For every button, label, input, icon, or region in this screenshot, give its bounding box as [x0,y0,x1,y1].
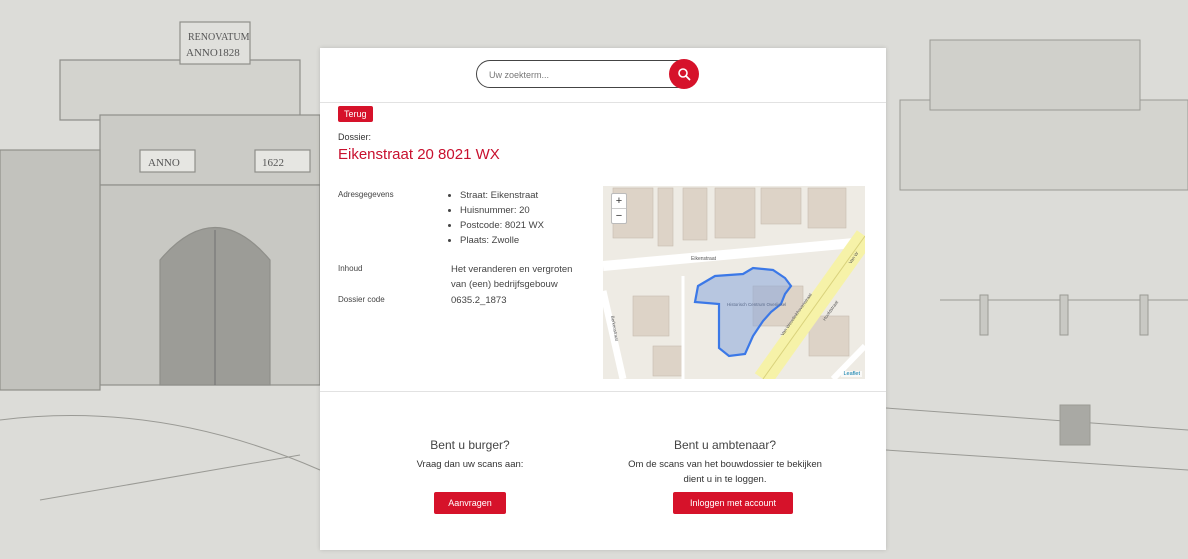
request-button[interactable]: Aanvragen [434,492,506,514]
search-input[interactable] [487,66,661,84]
dossier-label: Dossier: [338,132,372,142]
dossier-title: Eikenstraat 20 8021 WX [338,146,500,163]
zoom-out-button[interactable]: − [612,209,626,223]
search-bar [476,59,699,89]
map-building-label: Historisch Centrum Overijssel [727,302,786,307]
login-button[interactable]: Inloggen met account [673,492,793,514]
official-text: Om de scans van het bouwdossier te bekij… [628,459,822,485]
address-city: Plaats: Zwolle [460,233,544,248]
location-map[interactable]: Eikenstraat Van Wevelinkhovenstraat Berk… [603,186,865,379]
dossier-code-label: Dossier code [338,295,385,304]
official-heading: Bent u ambtenaar? [673,438,777,452]
section-divider [320,391,886,392]
header-divider [320,102,886,103]
map-zoom-control: + − [611,193,627,224]
address-postcode: Postcode: 8021 WX [460,218,544,233]
sign-text-1: RENOVATUM [188,32,250,43]
search-icon [678,68,691,81]
zoom-in-button[interactable]: + [612,194,626,209]
content-label: Inhoud [338,264,363,273]
address-housenumber: Huisnummer: 20 [460,203,544,218]
citizen-text: Vraag dan uw scans aan: [416,459,524,470]
sign-text-2: ANNO1828 [186,47,240,59]
address-list: Straat: Eikenstraat Huisnummer: 20 Postc… [448,188,544,248]
map-label-eikenstraat: Eikenstraat [691,256,717,262]
dossier-code-value: 0635.2_1873 [451,295,507,306]
map-tiles: Eikenstraat Van Wevelinkhovenstraat Berk… [603,186,865,379]
search-button[interactable] [669,59,699,89]
address-street: Straat: Eikenstraat [460,188,544,203]
content-value: Het veranderen en vergroten van (een) be… [451,264,573,290]
dossier-card: Terug Dossier: Eikenstraat 20 8021 WX Ad… [320,48,886,550]
map-attribution[interactable]: Leaflet [841,371,862,377]
back-button[interactable]: Terug [338,106,373,122]
anno-right-text: 1622 [262,157,284,169]
citizen-heading: Bent u burger? [430,438,510,452]
address-label: Adresgegevens [338,190,394,199]
anno-left-text: ANNO [148,157,180,169]
